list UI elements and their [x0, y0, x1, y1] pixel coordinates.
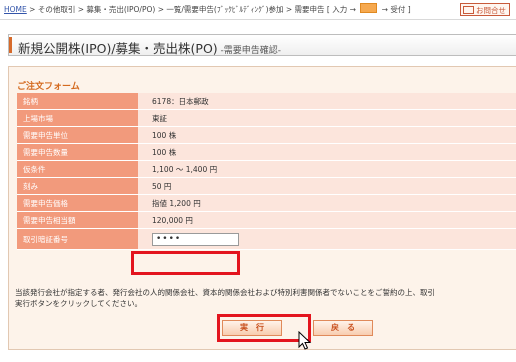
mail-icon — [463, 6, 474, 14]
mouse-cursor-icon — [298, 331, 312, 350]
row-label: 需要申告単位 — [17, 126, 138, 144]
table-row: 仮条件 1,100 ～ 1,400 円 — [17, 160, 516, 178]
order-form: ご注文フォーム 銘柄 6178：日本郵政 上場市場 東証 需要申告単位 100 株 需… — [8, 66, 516, 350]
order-table: 銘柄 6178：日本郵政 上場市場 東証 需要申告単位 100 株 需要申告数量 100… — [17, 93, 516, 250]
table-row: 需要申告価格 指値 1,200 円 — [17, 194, 516, 212]
row-value: 東証 — [138, 109, 516, 127]
pin-label: 取引暗証番号 — [17, 228, 138, 250]
row-value: 100 株 — [138, 143, 516, 161]
execute-highlight — [217, 314, 311, 342]
table-row: 需要申告相当額 120,000 円 — [17, 211, 516, 229]
row-value: 6178：日本郵政 — [138, 93, 516, 110]
consent-note-line2: 実行ボタンをクリックしてください。 — [15, 299, 143, 308]
row-label: 需要申告価格 — [17, 194, 138, 212]
table-row: 刻み 50 円 — [17, 177, 516, 195]
breadcrumb-path: > その他取引 > 募集・売出(IPO/PO) > 一覧/需要申告(ﾌﾞｯｸﾋﾞ… — [26, 5, 359, 14]
current-step-icon — [360, 3, 378, 13]
table-row: 銘柄 6178：日本郵政 — [17, 93, 516, 110]
form-heading: ご注文フォーム — [17, 82, 80, 92]
row-label: 仮条件 — [17, 160, 138, 178]
page-subtitle: -需要申告確認- — [217, 46, 282, 56]
row-label: 需要申告相当額 — [17, 211, 138, 229]
row-value: 1,100 ～ 1,400 円 — [138, 160, 516, 178]
row-label: 刻み — [17, 177, 138, 195]
row-value: 120,000 円 — [138, 211, 516, 229]
row-label: 上場市場 — [17, 109, 138, 127]
row-value: 50 円 — [138, 177, 516, 195]
row-value: 指値 1,200 円 — [138, 194, 516, 212]
table-row: 需要申告単位 100 株 — [17, 126, 516, 144]
contact-label: お問合せ — [476, 6, 506, 15]
consent-note-line1: 当該発行会社が指定する者、発行会社の人的関係会社、資本的関係会社および特別利害関… — [15, 288, 435, 297]
row-value: 100 株 — [138, 126, 516, 144]
page-title-text: 新規公開株(IPO)/募集・売出株(PO) — [18, 41, 218, 56]
pin-cell: •••• — [138, 228, 516, 250]
pin-highlight — [131, 251, 240, 275]
contact-button[interactable]: お問合せ — [460, 3, 510, 16]
table-row: 需要申告数量 100 株 — [17, 143, 516, 161]
table-row: 取引暗証番号 •••• — [17, 228, 516, 250]
page-title: 新規公開株(IPO)/募集・売出株(PO) -需要申告確認- — [18, 38, 281, 57]
row-label: 銘柄 — [17, 93, 138, 110]
back-button[interactable]: 戻 る — [313, 320, 373, 336]
divider — [0, 19, 516, 20]
breadcrumb: HOME > その他取引 > 募集・売出(IPO/PO) > 一覧/需要申告(ﾌ… — [4, 3, 512, 17]
breadcrumb-end: → 受付 ] — [379, 5, 411, 14]
title-accent-bar — [9, 37, 12, 53]
pin-input[interactable]: •••• — [152, 232, 239, 246]
consent-note: 当該発行会社が指定する者、発行会社の人的関係会社、資本的関係会社および特別利害関… — [15, 287, 515, 309]
page-title-bar: 新規公開株(IPO)/募集・売出株(PO) -需要申告確認- — [8, 34, 516, 56]
breadcrumb-home-link[interactable]: HOME — [4, 5, 27, 14]
table-row: 上場市場 東証 — [17, 109, 516, 127]
row-label: 需要申告数量 — [17, 143, 138, 161]
